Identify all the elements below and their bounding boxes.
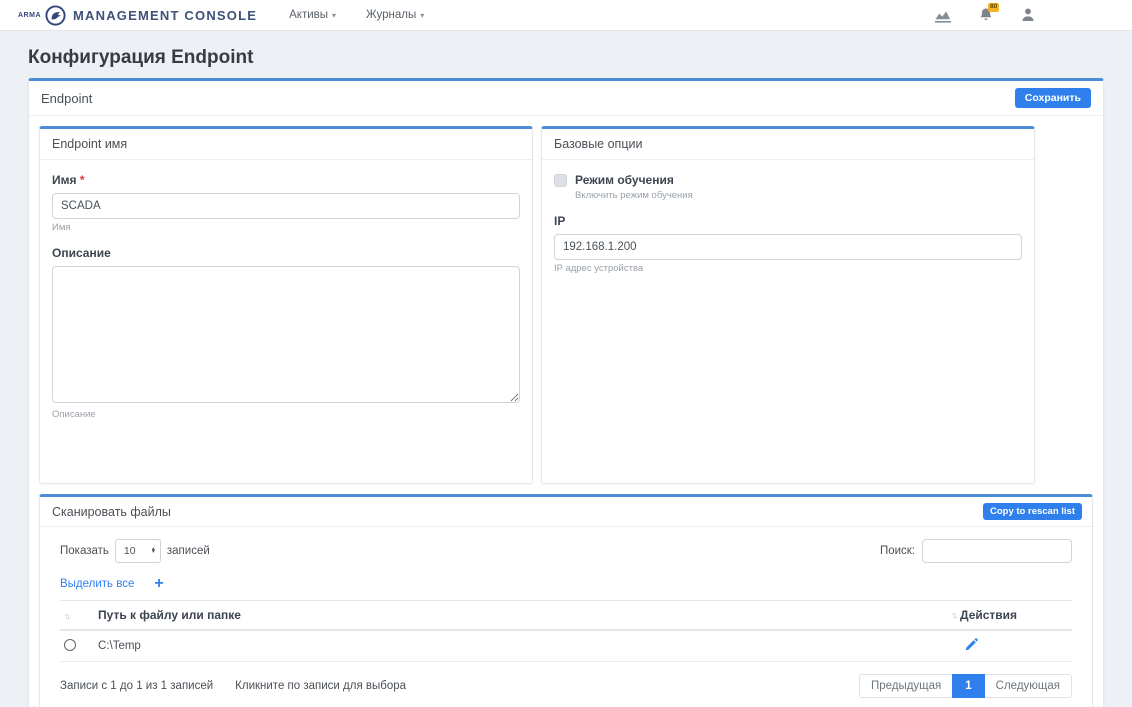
learning-mode-label: Режим обучения — [575, 173, 674, 187]
navbar-icons: 80 — [934, 7, 1036, 23]
endpoint-card-title: Endpoint — [41, 91, 92, 106]
endpoint-name-panel: Endpoint имя Имя * Имя Описание О — [39, 126, 533, 484]
chart-icon[interactable] — [934, 8, 952, 23]
search-label: Поиск: — [880, 545, 915, 557]
actions-header-label: Действия — [960, 608, 1017, 622]
brand-title: MANAGEMENT CONSOLE — [73, 8, 257, 23]
menu-assets-label: Активы — [289, 9, 328, 21]
learning-mode-checkbox[interactable] — [554, 174, 567, 187]
show-label: Показать — [60, 545, 109, 557]
row-path-cell: C:\Temp — [94, 630, 947, 662]
endpoint-card-body: Endpoint имя Имя * Имя Описание О — [29, 116, 1103, 707]
arma-helmet-icon — [45, 5, 66, 26]
name-label: Имя * — [52, 173, 520, 187]
table-row[interactable]: C:\Temp — [60, 630, 1072, 662]
table-header-row: ↑↓ Путь к файлу или папке ↑↓ Действия — [60, 601, 1072, 631]
basic-options-panel-body: Режим обучения Включить режим обучения I… — [542, 160, 1034, 483]
endpoint-card: Endpoint Сохранить Endpoint имя Имя * Им… — [28, 78, 1104, 707]
description-field-group: Описание Описание — [52, 246, 520, 420]
ip-label: IP — [554, 214, 1022, 228]
name-helper-text: Имя — [52, 222, 520, 233]
user-profile-icon[interactable] — [1020, 7, 1036, 23]
caret-down-icon: ▾ — [152, 551, 155, 554]
name-input[interactable] — [52, 193, 520, 219]
table-footer: Записи с 1 до 1 из 1 записей Кликните по… — [60, 674, 1072, 698]
brand-logo[interactable]: ARMA MANAGEMENT CONSOLE — [18, 5, 257, 26]
scan-files-card-title: Сканировать файлы — [52, 505, 171, 519]
actions-column-header[interactable]: ↑↓ Действия — [947, 601, 1072, 631]
basic-options-panel: Базовые опции Режим обучения Включить ре… — [541, 126, 1035, 484]
notifications-bell-icon[interactable]: 80 — [978, 7, 994, 23]
table-controls-row: Показать 10 ▴ ▾ записей Поиск: — [60, 539, 1072, 563]
path-column-header[interactable]: Путь к файлу или папке — [94, 601, 947, 631]
page-title: Конфигурация Endpoint — [28, 47, 1104, 69]
add-path-plus-icon[interactable]: + — [154, 576, 163, 592]
endpoint-name-panel-header: Endpoint имя — [40, 129, 532, 160]
learning-mode-helper-text: Включить режим обучения — [575, 190, 1022, 201]
records-label: записей — [167, 545, 210, 557]
menu-logs[interactable]: Журналы ▾ — [366, 9, 424, 21]
page-size-value: 10 — [124, 545, 136, 557]
name-label-text: Имя — [52, 173, 77, 187]
ip-field-group: IP IP адрес устройства — [554, 214, 1022, 274]
ip-input[interactable] — [554, 234, 1022, 260]
page-size-group: Показать 10 ▴ ▾ записей — [60, 539, 210, 563]
basic-options-panel-header: Базовые опции — [542, 129, 1034, 160]
learning-mode-row: Режим обучения — [554, 173, 1022, 187]
required-asterisk: * — [80, 173, 85, 187]
panels-row: Endpoint имя Имя * Имя Описание О — [39, 126, 1093, 484]
sort-icon[interactable]: ↑↓ — [64, 611, 69, 621]
top-navbar: ARMA MANAGEMENT CONSOLE Активы ▾ Журналы… — [0, 0, 1132, 31]
description-textarea[interactable] — [52, 266, 520, 403]
pagination-previous-button[interactable]: Предыдущая — [859, 674, 952, 698]
pagination: Предыдущая 1 Следующая — [859, 674, 1072, 698]
select-carets-icon: ▴ ▾ — [152, 548, 155, 555]
row-select-cell — [60, 630, 94, 662]
learning-mode-group: Режим обучения Включить режим обучения — [554, 173, 1022, 201]
edit-pencil-icon[interactable] — [965, 638, 978, 651]
scan-files-card-header: Сканировать файлы Copy to rescan list — [40, 497, 1092, 527]
arma-logo-text: ARMA — [18, 12, 41, 19]
row-select-checkbox[interactable] — [64, 639, 76, 651]
ip-helper-text: IP адрес устройства — [554, 263, 1022, 274]
select-all-link[interactable]: Выделить все — [60, 578, 134, 590]
description-helper-text: Описание — [52, 409, 520, 420]
basic-options-panel-title: Базовые опции — [554, 137, 642, 151]
menu-logs-label: Журналы — [366, 9, 416, 21]
caret-down-icon: ▾ — [332, 11, 336, 20]
scan-files-card-body: Показать 10 ▴ ▾ записей Поиск: — [40, 527, 1092, 707]
row-actions-cell — [947, 630, 1072, 662]
search-input[interactable] — [922, 539, 1072, 563]
row-select-hint-text: Кликните по записи для выбора — [235, 680, 406, 692]
records-info-text: Записи с 1 до 1 из 1 записей — [60, 680, 213, 692]
endpoint-name-panel-body: Имя * Имя Описание Описание — [40, 160, 532, 483]
pagination-page-1-button[interactable]: 1 — [952, 674, 984, 698]
notification-badge: 80 — [988, 3, 999, 12]
save-button[interactable]: Сохранить — [1015, 88, 1091, 108]
select-all-row: Выделить все + — [60, 576, 1072, 592]
description-label: Описание — [52, 246, 520, 260]
page-size-select[interactable]: 10 ▴ ▾ — [115, 539, 161, 563]
copy-to-rescan-button[interactable]: Copy to rescan list — [983, 503, 1082, 520]
endpoint-card-header: Endpoint Сохранить — [29, 81, 1103, 116]
pagination-next-button[interactable]: Следующая — [985, 674, 1072, 698]
main-menu: Активы ▾ Журналы ▾ — [289, 9, 424, 21]
name-field-group: Имя * Имя — [52, 173, 520, 233]
path-sort-header[interactable]: ↑↓ — [60, 601, 94, 631]
scan-paths-table: ↑↓ Путь к файлу или папке ↑↓ Действия — [60, 600, 1072, 662]
caret-down-icon: ▾ — [420, 11, 424, 20]
scan-files-card: Сканировать файлы Copy to rescan list По… — [39, 494, 1093, 707]
endpoint-name-panel-title: Endpoint имя — [52, 137, 127, 151]
search-group: Поиск: — [880, 539, 1072, 563]
table-footer-texts: Записи с 1 до 1 из 1 записей Кликните по… — [60, 680, 406, 692]
sort-icon[interactable]: ↑↓ — [951, 610, 956, 620]
menu-assets[interactable]: Активы ▾ — [289, 9, 336, 21]
